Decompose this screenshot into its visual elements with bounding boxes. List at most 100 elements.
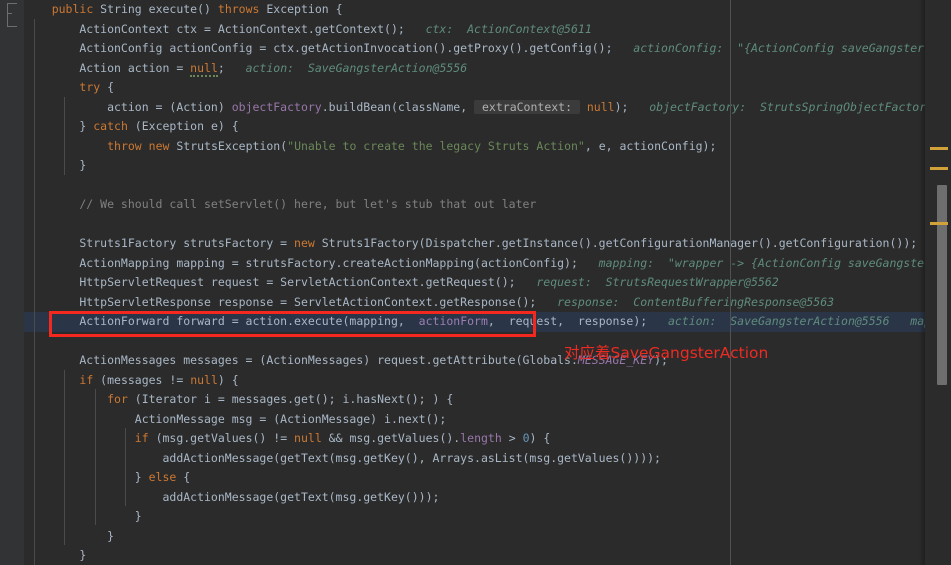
code-token: className (398, 100, 460, 114)
code-token: (msg.getValues() != (149, 431, 294, 445)
code-token: request: StrutsRequestWrapper@5562 (516, 275, 779, 289)
code-token: StrutsException( (169, 139, 287, 153)
code-token: ; (218, 61, 225, 75)
code-token: { (176, 470, 190, 484)
code-token: Action action = (24, 61, 190, 75)
code-line[interactable]: ActionContext ctx = ActionContext.getCon… (24, 20, 925, 40)
code-token: action: SaveGangsterAction@5556 mapping:… (647, 314, 925, 328)
code-line[interactable]: } (24, 507, 925, 527)
code-token: for (107, 392, 128, 406)
code-token: extraContext: (474, 100, 580, 114)
code-token (24, 2, 52, 16)
code-line[interactable]: } (24, 156, 925, 176)
code-token: objectFactory (232, 100, 322, 114)
scrollbar-marker[interactable] (930, 222, 948, 225)
code-line[interactable]: throw new StrutsException("Unable to cre… (24, 137, 925, 157)
code-token: else (149, 470, 177, 484)
indent-guide (95, 389, 96, 525)
code-line[interactable]: // We should call setServlet() here, but… (24, 195, 925, 215)
code-line[interactable]: if (msg.getValues() != null && msg.getVa… (24, 429, 925, 449)
code-fold-bracket-icon[interactable] (7, 3, 17, 27)
code-token: String (93, 2, 148, 16)
code-token: (Iterator i = messages.get(); i.hasNext(… (128, 392, 453, 406)
indent-guide (64, 370, 65, 545)
code-token: length (460, 431, 502, 445)
indent-guide (125, 428, 126, 506)
code-line[interactable] (24, 215, 925, 235)
scrollbar-marker[interactable] (930, 147, 948, 150)
code-line[interactable]: try { (24, 78, 925, 98)
code-token: new (149, 139, 170, 153)
scrollbar-marker[interactable] (930, 167, 948, 170)
code-token: 0 (523, 431, 530, 445)
code-token: throws (218, 2, 260, 16)
scrollbar-thumb[interactable] (937, 185, 947, 385)
code-token: Struts1Factory strutsFactory = (24, 236, 294, 250)
editor-gutter[interactable] (0, 0, 24, 565)
code-token: action: SaveGangsterAction@5556 (225, 61, 467, 75)
code-token: , request, response); (488, 314, 647, 328)
code-token: execute (149, 2, 197, 16)
code-token: ActionMapping mapping = strutsFactory.cr… (24, 256, 578, 270)
code-token: , (398, 314, 419, 328)
code-line[interactable]: Action action = null; action: SaveGangst… (24, 59, 925, 79)
code-token: ActionForward forward = action.execute( (24, 314, 349, 328)
code-token: && msg.getValues(). (322, 431, 460, 445)
code-line[interactable]: HttpServletRequest request = ServletActi… (24, 273, 925, 293)
code-line-current-execution[interactable]: ActionForward forward = action.execute(m… (24, 312, 925, 332)
code-line[interactable]: ActionMessage msg = (ActionMessage) i.ne… (24, 410, 925, 430)
code-token: if (79, 373, 93, 387)
code-line[interactable] (24, 176, 925, 196)
code-token: , e, actionConfig); (585, 139, 717, 153)
code-line[interactable]: Struts1Factory strutsFactory = new Strut… (24, 234, 925, 254)
code-line[interactable] (24, 332, 925, 352)
code-token (24, 139, 107, 153)
code-line[interactable]: } catch (Exception e) { (24, 117, 925, 137)
code-token: response: ContentBufferingResponse@5563 (536, 295, 834, 309)
code-line[interactable]: addActionMessage(getText(msg.getKey())); (24, 488, 925, 508)
ide-code-editor: public String execute() throws Exception… (0, 0, 951, 565)
code-line[interactable]: action = (Action) objectFactory.buildBea… (24, 98, 925, 118)
code-line[interactable]: if (messages != null) { (24, 371, 925, 391)
code-token: ) { (530, 431, 551, 445)
code-line[interactable]: } (24, 546, 925, 565)
code-token: objectFactory: StrutsSpringObjectFactory… (628, 100, 925, 114)
vertical-scrollbar[interactable] (925, 0, 951, 565)
code-line[interactable]: ActionConfig actionConfig = ctx.getActio… (24, 39, 925, 59)
code-token: public (52, 2, 94, 16)
code-token: ) { (218, 373, 239, 387)
code-token (580, 100, 587, 114)
annotation-text: 对应着SaveGangsterAction (564, 341, 768, 363)
code-token: ActionConfig actionConfig = ctx.getActio… (24, 41, 613, 55)
editor-vertical-split-line (730, 0, 731, 565)
code-token: , (460, 100, 474, 114)
code-line[interactable]: HttpServletResponse response = ServletAc… (24, 293, 925, 313)
code-token: () (197, 2, 218, 16)
code-token (24, 80, 79, 94)
code-token: new (294, 236, 315, 250)
code-line[interactable]: for (Iterator i = messages.get(); i.hasN… (24, 390, 925, 410)
code-token: null (587, 100, 615, 114)
code-token: null (190, 373, 218, 387)
code-token: catch (93, 119, 128, 133)
code-line[interactable]: public String execute() throws Exception… (24, 0, 925, 20)
code-line[interactable]: ActionMessages messages = (ActionMessage… (24, 351, 925, 371)
code-token: mapping (349, 314, 397, 328)
code-token: HttpServletResponse response = ServletAc… (24, 295, 536, 309)
code-line[interactable]: } else { (24, 468, 925, 488)
code-token: try (79, 80, 100, 94)
code-line[interactable]: addActionMessage(getText(msg.getKey(), A… (24, 449, 925, 469)
code-content[interactable]: public String execute() throws Exception… (24, 0, 925, 565)
code-token: "Unable to create the legacy Struts Acti… (287, 139, 585, 153)
code-token: // We should call setServlet() here, but… (24, 197, 536, 211)
code-token: HttpServletRequest request = ServletActi… (24, 275, 516, 289)
code-token: mapping: "wrapper -> {ActionConfig saveG… (578, 256, 925, 270)
code-token: actionConfig: "{ActionConfig saveGangste… (613, 41, 925, 55)
code-token: } (24, 470, 149, 484)
code-token: ActionMessage msg = (ActionMessage) i.ne… (24, 412, 446, 426)
code-token: action = (Action) (24, 100, 232, 114)
code-token: } (24, 509, 142, 523)
code-token: .buildBean( (322, 100, 398, 114)
code-line[interactable]: } (24, 527, 925, 547)
code-line[interactable]: ActionMapping mapping = strutsFactory.cr… (24, 254, 925, 274)
